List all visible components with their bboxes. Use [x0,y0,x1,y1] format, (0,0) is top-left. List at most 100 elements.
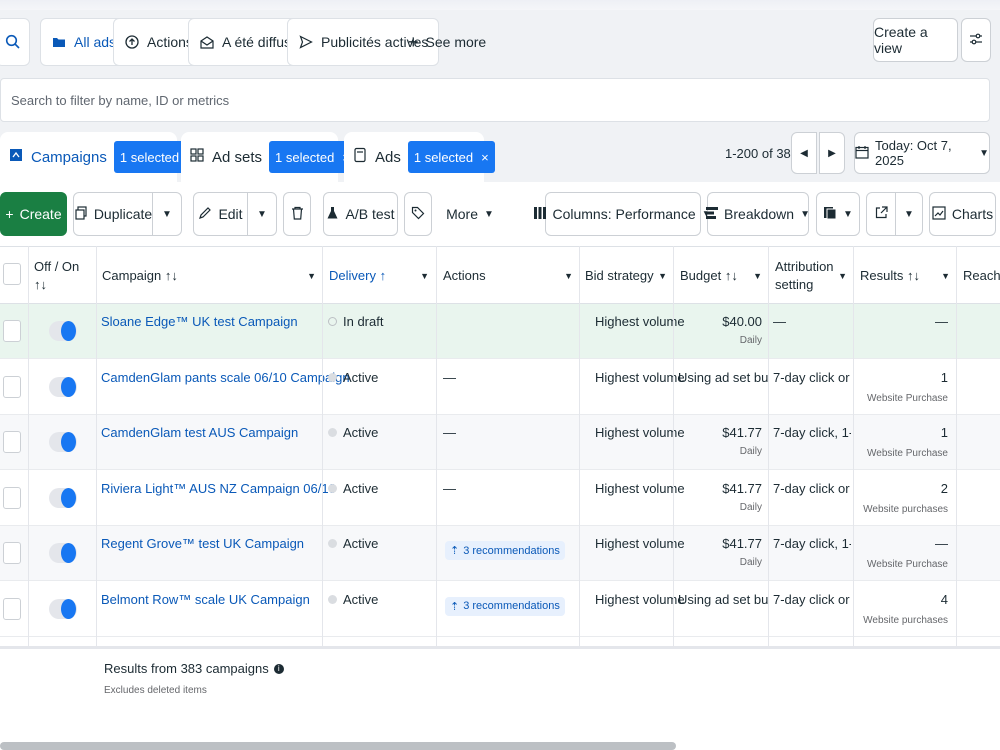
row-checkbox[interactable] [3,320,21,342]
results-value: — Website Purchase [856,536,948,570]
results-value: 2 Website purchases [856,481,948,515]
tab-ad-sets[interactable]: Ad sets 1 selected × [181,132,356,182]
table-row[interactable]: CamdenGlam test AUS Campaign Active — Highe… [0,415,1000,470]
row-checkbox[interactable] [3,431,21,453]
campaign-name-link[interactable]: Belmont Row™ scale UK Campaign [101,592,310,607]
column-offon[interactable]: Off / On ↑↓ [28,247,96,305]
column-delivery[interactable]: Delivery ↑ ▼ [323,247,435,305]
row-checkbox[interactable] [3,597,21,620]
budget-value: $41.77 Daily [642,481,762,513]
row-checkbox[interactable] [3,542,21,564]
reports-button[interactable]: ▼ [816,192,860,236]
column-results[interactable]: Results ↑↓ ▼ [854,247,956,305]
budget-value: Using ad set bu... [678,370,768,385]
campaigns-icon [8,147,24,167]
ad-icon [352,147,368,167]
actions-value: — [443,369,456,385]
search-input[interactable]: Search to filter by name, ID or metrics [0,78,990,122]
grid-icon [189,147,205,167]
info-icon[interactable]: i [273,663,284,674]
campaign-name-link[interactable]: CamdenGlam test AUS Campaign [101,425,298,440]
duplicate-dropdown[interactable]: ▼ [152,192,182,236]
create-view-button[interactable]: Create a view [873,18,958,62]
results-count: — [935,536,948,551]
recommendations-badge[interactable]: ⇡ 3 recommendations [445,541,565,560]
campaign-name-link[interactable]: Regent Grove™ test UK Campaign [101,536,304,551]
tab-campaigns[interactable]: Campaigns 1 selected × [0,132,201,182]
horizontal-scrollbar[interactable] [0,742,676,750]
duplicate-button[interactable]: Duplicate [73,192,153,236]
campaign-toggle[interactable] [49,540,77,566]
campaign-toggle[interactable] [49,596,77,622]
folder-icon [51,34,67,50]
edit-button[interactable]: Edit [193,192,248,236]
column-budget[interactable]: Budget ↑↓ ▼ [674,247,768,305]
create-button[interactable]: + Create [0,192,67,236]
campaign-toggle[interactable] [49,485,77,511]
table-row[interactable]: Sloane Edge™ UK test Campaign In draft Hig… [0,304,1000,359]
trash-icon [291,206,304,223]
row-checkbox[interactable] [3,375,21,398]
campaign-name-link[interactable]: Riviera Light™ AUS NZ Campaign 06/10 [101,481,336,496]
campaign-name-link[interactable]: CamdenGlam pants scale 06/10 Campaign [101,370,350,385]
more-button[interactable]: More ▼ [440,192,500,236]
column-attribution[interactable]: Attribution setting ▼ [769,247,853,305]
results-count: 1 [940,369,948,385]
attribution-value: — [773,314,786,329]
edit-dropdown[interactable]: ▼ [247,192,277,236]
export-dropdown[interactable]: ▼ [895,192,923,236]
charts-button[interactable]: Charts [929,192,996,236]
row-checkbox[interactable] [3,486,21,509]
page-range: 1-200 of 383 [725,145,799,161]
caret-down-icon: ▼ [843,208,853,220]
tab-ads[interactable]: Ads 1 selected × [344,132,495,182]
campaign-toggle[interactable] [49,429,77,455]
column-label: Reach [963,268,1000,284]
see-more-button[interactable]: + See more [408,18,486,66]
column-reach[interactable]: Reach [957,247,1000,305]
filter-label: Actions [147,34,193,50]
budget-amount: $41.77 [722,536,762,551]
delivery-label: Active [343,536,379,551]
filter-label: All ads [74,34,117,50]
plus-icon: + [5,206,14,222]
columns-icon [534,206,547,222]
delivery-label: Active [343,425,379,440]
column-bid-strategy[interactable]: Bid strategy ▼ [579,247,673,305]
table-row[interactable]: Belmont Row™ scale UK Campaign Active ⇡ 3 r… [0,582,1000,637]
table-row[interactable]: Regent Grove™ test UK Campaign Active ⇡ 3 r… [0,526,1000,581]
date-range-button[interactable]: Today: Oct 7, 2025 ▼ [854,132,990,174]
delete-button[interactable] [283,192,311,236]
column-label: Attribution setting [775,259,834,292]
table-row[interactable]: Riviera Light™ AUS NZ Campaign 06/10 Acti… [0,471,1000,526]
sort-icon: ↑↓ [164,268,178,284]
columns-button[interactable]: Columns: Performance ▼ [534,192,712,236]
campaign-toggle[interactable] [49,318,77,344]
prev-page-button[interactable]: ◀ [791,132,817,174]
export-button[interactable] [866,192,896,236]
clear-selection-icon[interactable]: × [481,150,489,165]
tag-button[interactable] [404,192,432,236]
campaign-name-link[interactable]: Sloane Edge™ UK test Campaign [101,314,298,329]
delivery-status: Active [328,370,378,385]
attribution-value: 7-day click or ... [773,591,851,607]
next-page-button[interactable]: ▶ [819,132,845,174]
table-row[interactable]: CamdenGlam pants scale 06/10 Campaign Act… [0,360,1000,415]
results-type: Website Purchase [867,559,948,570]
select-all-cell [0,247,28,305]
column-campaign[interactable]: Campaign ↑↓ ▼ [96,247,322,305]
column-actions[interactable]: Actions ▼ [437,247,579,305]
budget-value: $41.77 Daily [642,536,762,568]
see-more-label: See more [425,34,487,50]
delivery-status: In draft [328,314,383,329]
column-label: Off / On [34,259,80,275]
campaign-toggle[interactable] [49,374,77,400]
view-settings-button[interactable] [961,18,991,62]
attribution-value: 7-day click, 1-... [773,536,851,551]
ab-test-button[interactable]: A/B test [323,192,398,236]
breakdown-button[interactable]: Breakdown ▼ [706,192,810,236]
recommendations-badge[interactable]: ⇡ 3 recommendations [445,596,565,616]
toggle-knob [61,321,76,341]
select-all-checkbox[interactable] [3,263,21,285]
search-toggle-button[interactable] [0,18,30,66]
